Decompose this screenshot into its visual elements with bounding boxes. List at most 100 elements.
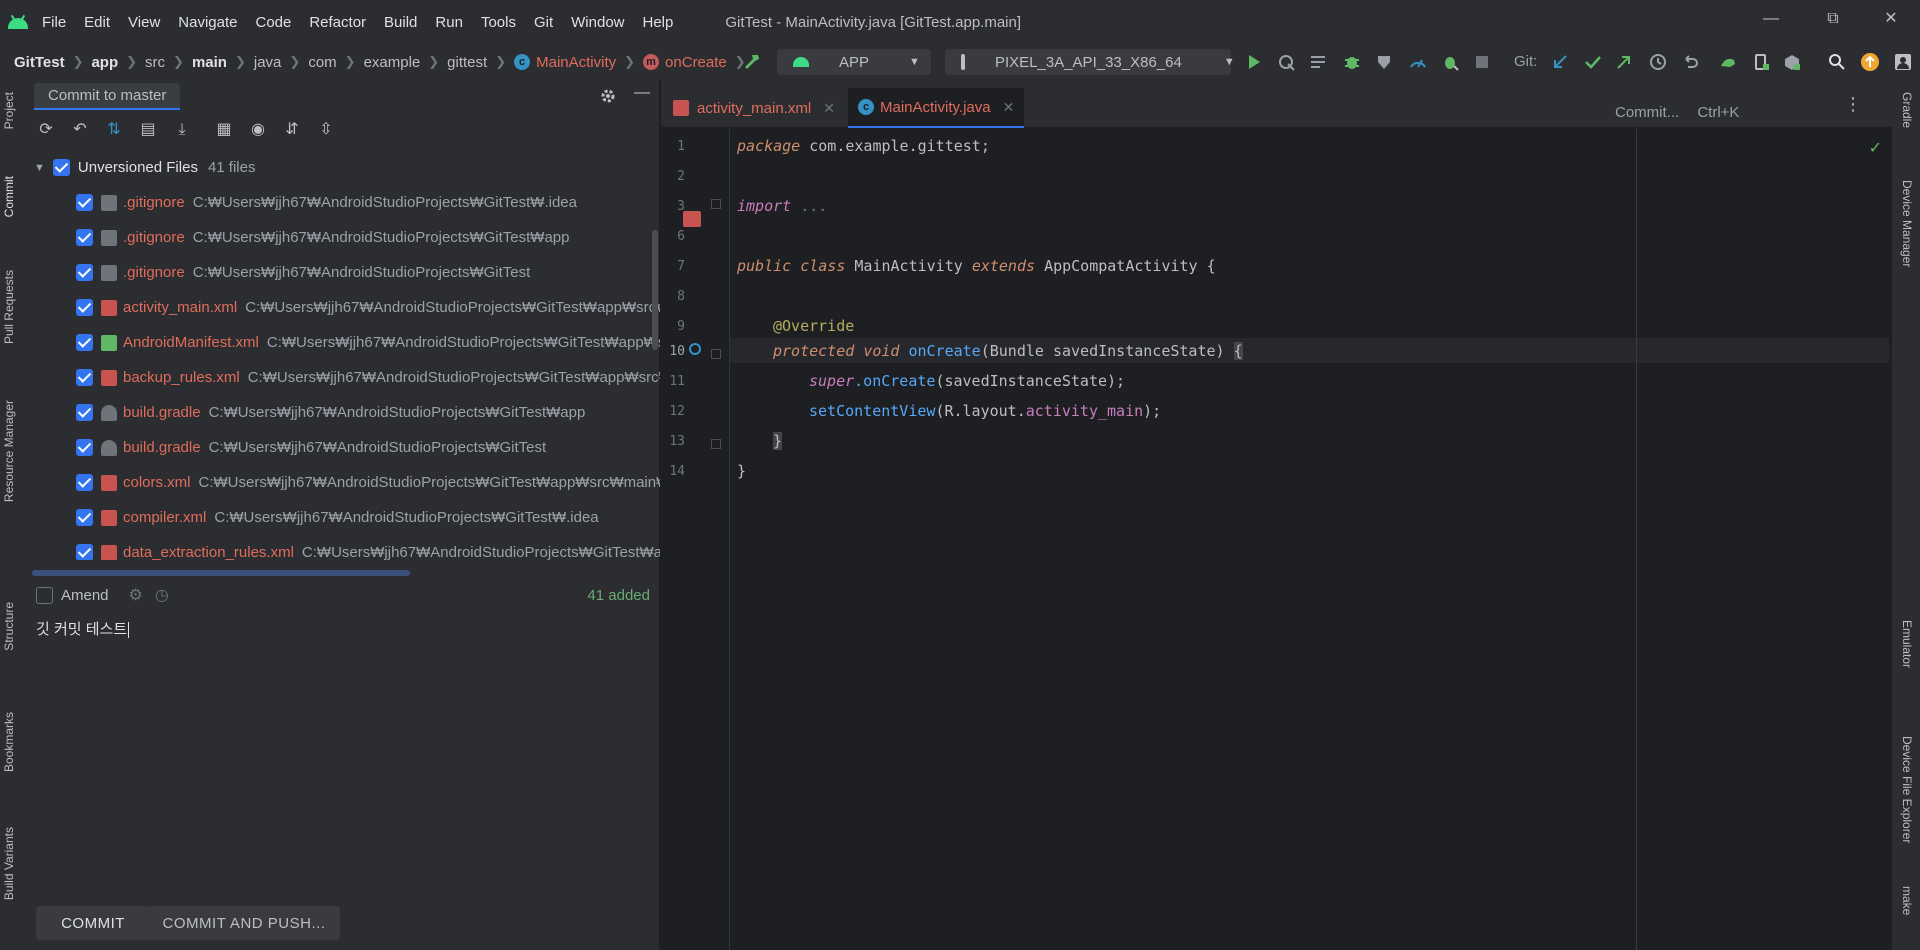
- tool-emulator[interactable]: Emulator: [1900, 620, 1914, 668]
- show-diff-icon[interactable]: ▤: [138, 120, 158, 140]
- amend-checkbox[interactable]: [36, 586, 53, 604]
- menu-git[interactable]: Git: [534, 14, 553, 31]
- file-checkbox[interactable]: [76, 264, 93, 281]
- file-checkbox[interactable]: [76, 474, 93, 491]
- minimize-button[interactable]: —: [1756, 6, 1786, 32]
- breadcrumb-example[interactable]: example: [364, 54, 421, 71]
- list-item[interactable]: activity_main.xml C:₩Users₩jjh67₩AndroidS…: [26, 290, 660, 325]
- hide-panel-button[interactable]: —: [634, 84, 650, 102]
- menu-build[interactable]: Build: [384, 14, 417, 31]
- menu-navigate[interactable]: Navigate: [178, 14, 237, 31]
- tool-build-variants[interactable]: Build Variants: [2, 827, 16, 900]
- list-item[interactable]: colors.xml C:₩Users₩jjh67₩AndroidStudioPr…: [26, 465, 660, 500]
- no-problems-check-icon[interactable]: ✓: [1869, 138, 1882, 158]
- list-item[interactable]: build.gradle C:₩Users₩jjh67₩AndroidStudio…: [26, 395, 660, 430]
- list-icon[interactable]: [1308, 52, 1328, 72]
- list-item[interactable]: .gitignore C:₩Users₩jjh67₩AndroidStudioPr…: [26, 185, 660, 220]
- list-item[interactable]: .gitignore C:₩Users₩jjh67₩AndroidStudioPr…: [26, 220, 660, 255]
- collapse-all-icon[interactable]: ⇳: [316, 120, 336, 140]
- tool-bookmarks[interactable]: Bookmarks: [2, 712, 16, 772]
- gear-icon[interactable]: [600, 88, 616, 104]
- menu-code[interactable]: Code: [255, 14, 291, 31]
- menu-tools[interactable]: Tools: [481, 14, 516, 31]
- list-item[interactable]: data_extraction_rules.xml C:₩Users₩jjh67₩…: [26, 535, 660, 560]
- restore-button[interactable]: ⧉: [1818, 6, 1848, 32]
- shelve-icon[interactable]: ⤓: [172, 120, 192, 140]
- device-select[interactable]: PIXEL_3A_API_33_X86_64 ▼: [945, 49, 1235, 75]
- tool-project[interactable]: Project: [2, 92, 16, 129]
- commit-message-input[interactable]: 깃 커밋 테스트: [36, 618, 129, 639]
- fold-icon[interactable]: [711, 199, 721, 209]
- file-checkbox[interactable]: [76, 194, 93, 211]
- breadcrumb-com[interactable]: com: [308, 54, 336, 71]
- file-checkbox[interactable]: [76, 509, 93, 526]
- breadcrumb-method[interactable]: onCreate: [665, 54, 727, 71]
- commit-options-gear-icon[interactable]: ⚙: [129, 585, 143, 605]
- breadcrumb-project[interactable]: GitTest: [14, 54, 65, 71]
- search-icon[interactable]: [1827, 52, 1847, 72]
- apply-changes-icon[interactable]: [1276, 52, 1296, 72]
- more-options-icon[interactable]: ⋮: [1844, 94, 1862, 115]
- fold-icon[interactable]: [711, 439, 721, 449]
- breadcrumb-java[interactable]: java: [254, 54, 282, 71]
- amend-label[interactable]: Amend: [61, 587, 109, 604]
- update-available-icon[interactable]: [1860, 52, 1880, 72]
- coverage-icon[interactable]: [1374, 52, 1394, 72]
- debug-icon[interactable]: [1342, 52, 1362, 72]
- list-item[interactable]: backup_rules.xml C:₩Users₩jjh67₩AndroidSt…: [26, 360, 660, 395]
- tool-make[interactable]: make: [1900, 886, 1914, 915]
- tab-mainactivity-java[interactable]: c MainActivity.java ✕: [848, 88, 1025, 128]
- list-item[interactable]: build.gradle C:₩Users₩jjh67₩AndroidStudio…: [26, 430, 660, 465]
- view-options-icon[interactable]: ◉: [248, 120, 268, 140]
- attach-debugger-icon[interactable]: [1440, 52, 1460, 72]
- fold-icon[interactable]: [711, 349, 721, 359]
- git-update-icon[interactable]: [1550, 52, 1570, 72]
- menu-view[interactable]: View: [128, 14, 160, 31]
- file-checkbox[interactable]: [76, 439, 93, 456]
- refresh-icon[interactable]: ⟳: [36, 120, 56, 140]
- horizontal-scrollbar[interactable]: [32, 570, 410, 576]
- file-checkbox[interactable]: [76, 229, 93, 246]
- code-editor[interactable]: 1 2 3 6 7 8 9 10 11 12 13 14 package com…: [661, 129, 1892, 950]
- list-item[interactable]: compiler.xml C:₩Users₩jjh67₩AndroidStudio…: [26, 500, 660, 535]
- breadcrumb-main[interactable]: main: [192, 54, 227, 71]
- vertical-scrollbar[interactable]: [652, 230, 658, 350]
- file-checkbox[interactable]: [76, 404, 93, 421]
- git-update-project-icon[interactable]: ⇅: [104, 120, 124, 140]
- file-checkbox[interactable]: [76, 334, 93, 351]
- run-configuration-select[interactable]: APP ▼: [777, 49, 931, 75]
- tool-device-file-explorer[interactable]: Device File Explorer: [1900, 736, 1914, 843]
- breadcrumb-src[interactable]: src: [145, 54, 165, 71]
- commit-history-icon[interactable]: ◷: [155, 585, 169, 605]
- chevron-down-icon[interactable]: ▼: [34, 162, 45, 174]
- breadcrumb-class[interactable]: MainActivity: [536, 54, 616, 71]
- git-push-icon[interactable]: [1614, 52, 1634, 72]
- close-window-button[interactable]: ✕: [1876, 6, 1906, 32]
- commit-button[interactable]: COMMIT: [36, 906, 150, 940]
- tool-resource-manager[interactable]: Resource Manager: [2, 400, 16, 502]
- override-gutter-icon[interactable]: [689, 343, 701, 355]
- list-item[interactable]: .gitignore C:₩Users₩jjh67₩AndroidStudioPr…: [26, 255, 660, 290]
- tool-structure[interactable]: Structure: [2, 602, 16, 651]
- tool-device-manager[interactable]: Device Manager: [1900, 180, 1914, 267]
- commit-hint[interactable]: Commit... Ctrl+K: [1615, 104, 1739, 121]
- commit-and-push-button[interactable]: COMMIT AND PUSH...: [148, 906, 340, 940]
- tool-commit[interactable]: Commit: [2, 176, 16, 217]
- tab-activity-main-xml[interactable]: activity_main.xml ✕: [673, 88, 835, 128]
- menu-edit[interactable]: Edit: [84, 14, 110, 31]
- rollback-icon[interactable]: ↶: [70, 120, 90, 140]
- menu-refactor[interactable]: Refactor: [309, 14, 366, 31]
- unversioned-files-group[interactable]: ▼ Unversioned Files 41 files: [26, 150, 660, 185]
- build-hammer-icon[interactable]: [742, 52, 762, 72]
- file-checkbox[interactable]: [76, 369, 93, 386]
- stop-icon[interactable]: [1472, 52, 1492, 72]
- git-commit-icon[interactable]: [1583, 52, 1603, 72]
- menu-run[interactable]: Run: [435, 14, 463, 31]
- git-rollback-icon[interactable]: [1680, 52, 1700, 72]
- file-checkbox[interactable]: [76, 299, 93, 316]
- sdk-manager-icon[interactable]: [1782, 52, 1802, 72]
- tool-pull-requests[interactable]: Pull Requests: [2, 270, 16, 344]
- file-checkbox[interactable]: [76, 544, 93, 560]
- menu-window[interactable]: Window: [571, 14, 624, 31]
- close-tab-icon[interactable]: ✕: [1003, 99, 1015, 116]
